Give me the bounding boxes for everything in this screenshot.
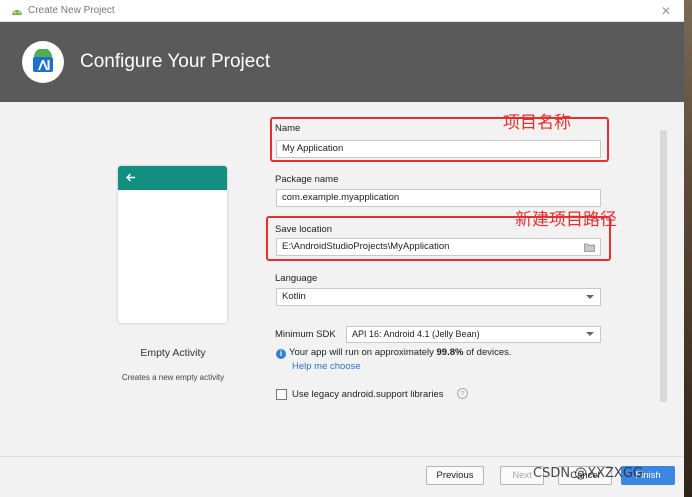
template-description: Creates a new empty activity [121, 373, 225, 382]
android-studio-logo [22, 41, 64, 83]
desktop-background [684, 0, 692, 497]
previous-button[interactable]: Previous [426, 466, 484, 485]
footer-divider [0, 456, 684, 457]
android-icon [12, 10, 22, 15]
header: Configure Your Project [0, 22, 684, 102]
annotation-name-text: 项目名称 [503, 113, 571, 133]
create-project-window: Create New Project ✕ Configure Your Proj… [0, 0, 684, 497]
info-suffix: of devices. [463, 347, 512, 358]
help-question-icon[interactable]: ? [457, 388, 468, 399]
minimum-sdk-label: Minimum SDK [275, 329, 336, 340]
legacy-support-checkbox[interactable] [276, 389, 287, 400]
sdk-info-text: i Your app will run on approximately 99.8… [276, 347, 512, 359]
info-prefix: Your app will run on approximately [289, 347, 437, 358]
info-icon: i [276, 349, 286, 359]
scrollbar[interactable] [660, 130, 667, 402]
template-name: Empty Activity [140, 347, 206, 359]
template-preview [118, 166, 227, 323]
help-me-choose-link[interactable]: Help me choose [292, 361, 361, 372]
preview-appbar [118, 166, 227, 190]
titlebar: Create New Project ✕ [0, 0, 684, 22]
close-icon[interactable]: ✕ [658, 3, 674, 19]
window-title: Create New Project [28, 5, 115, 16]
watermark: CSDN @XXZXGG [533, 466, 643, 481]
legacy-support-label: Use legacy android.support libraries [292, 389, 444, 400]
language-label: Language [275, 273, 318, 284]
info-percent: 99.8% [436, 347, 464, 358]
annotation-path-text: 新建项目路径 [515, 210, 617, 230]
page-title: Configure Your Project [80, 51, 271, 72]
minimum-sdk-select[interactable]: API 16: Android 4.1 (Jelly Bean) [346, 326, 601, 343]
package-name-label: Package name [275, 174, 339, 185]
language-select[interactable]: Kotlin [276, 288, 601, 306]
arrow-back-icon [126, 173, 135, 182]
